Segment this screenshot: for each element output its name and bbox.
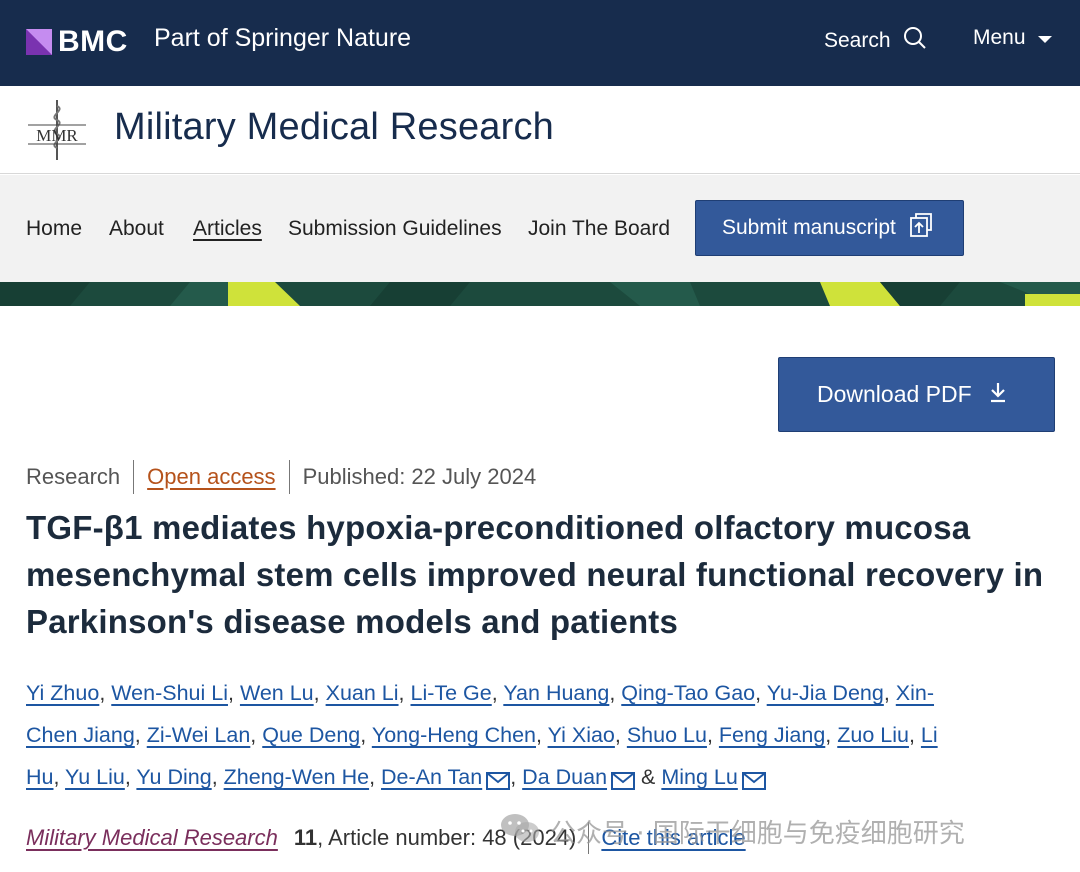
corresponding-author-link[interactable]: De-An Tan [381, 765, 482, 789]
journal-citation-link[interactable]: Military Medical Research [26, 825, 278, 851]
author-line: Yi Zhuo, Wen-Shui Li, Wen Lu, Xuan Li, L… [26, 681, 935, 705]
published-date: Published: 22 July 2024 [302, 464, 537, 489]
meta-divider [133, 460, 135, 494]
author-link[interactable]: Li [921, 723, 938, 747]
meta-divider [288, 460, 290, 494]
mmr-logo-text: MMR [36, 126, 78, 145]
springer-nature-link[interactable]: Part of Springer Nature [154, 24, 411, 53]
author-link[interactable]: Yi Zhuo [26, 681, 99, 705]
nav-about[interactable]: About [109, 217, 164, 241]
author-link[interactable]: Li-Te Ge [410, 681, 491, 705]
nav-articles[interactable]: Articles [193, 217, 262, 241]
author-link[interactable]: Hu [26, 765, 53, 789]
author-link[interactable]: Xuan Li [326, 681, 399, 705]
corresponding-author-link[interactable]: Ming Lu [661, 765, 738, 789]
caret-down-icon [1037, 26, 1052, 50]
author-link[interactable]: Shuo Lu [627, 723, 707, 747]
download-icon [988, 381, 1008, 409]
watermark: 公众号 · 国际干细胞与免疫细胞研究 [500, 812, 965, 851]
article-meta: Research Open access Published: 22 July … [26, 460, 536, 494]
menu-label: Menu [973, 26, 1026, 49]
author-link[interactable]: Wen-Shui Li [111, 681, 228, 705]
author-link[interactable]: Qing-Tao Gao [621, 681, 755, 705]
download-pdf-button[interactable]: Download PDF [778, 357, 1055, 432]
author-line: Hu, Yu Liu, Yu Ding, Zheng-Wen He, De-An… [26, 756, 1056, 804]
author-link[interactable]: Yan Huang [503, 681, 609, 705]
article-title: TGF-β1 mediates hypoxia-preconditioned o… [26, 509, 1044, 640]
search-icon [903, 26, 927, 56]
author-link[interactable]: Yu Liu [65, 765, 125, 789]
author-link[interactable]: Wen Lu [240, 681, 314, 705]
nav-join-the-board[interactable]: Join The Board [528, 217, 670, 241]
author-link[interactable]: Yong-Heng Chen [372, 723, 536, 747]
email-icon[interactable] [741, 762, 766, 804]
bmc-logo[interactable]: BMC [26, 25, 128, 59]
journal-title[interactable]: Military Medical Research [114, 106, 554, 149]
search-label: Search [824, 29, 891, 52]
email-icon[interactable] [486, 762, 511, 804]
volume-number: 11 [293, 825, 318, 850]
wechat-icon [500, 812, 540, 851]
bmc-brand-text: BMC [58, 25, 128, 58]
author-list: Yi Zhuo, Wen-Shui Li, Wen Lu, Xuan Li, L… [26, 672, 1056, 804]
open-access-link[interactable]: Open access [147, 464, 275, 490]
corresponding-author-link[interactable]: Da Duan [522, 765, 607, 789]
author-conjunction: & [641, 765, 656, 789]
nav-home[interactable]: Home [26, 217, 82, 241]
author-link[interactable]: Feng Jiang [719, 723, 825, 747]
decorative-banner [0, 282, 1080, 306]
top-bar: BMC Part of Springer Nature Search Menu [0, 0, 1080, 86]
bmc-logo-mark [26, 29, 52, 55]
submit-manuscript-label: Submit manuscript [722, 216, 896, 239]
email-icon[interactable] [611, 762, 636, 804]
journal-header: MMR Military Medical Research [0, 86, 1080, 174]
author-link[interactable]: Yu Ding [136, 765, 211, 789]
author-link[interactable]: Zi-Wei Lan [147, 723, 251, 747]
submit-manuscript-button[interactable]: Submit manuscript [695, 200, 964, 256]
author-link[interactable]: Chen Jiang [26, 723, 135, 747]
author-link[interactable]: Que Deng [262, 723, 360, 747]
author-line: Chen Jiang, Zi-Wei Lan, Que Deng, Yong-H… [26, 723, 938, 747]
author-link[interactable]: Xin- [896, 681, 934, 705]
article-type: Research [26, 464, 121, 489]
author-link[interactable]: Zuo Liu [837, 723, 909, 747]
search-button[interactable]: Search [824, 26, 927, 56]
journal-nav: Home About Articles Submission Guideline… [0, 175, 1080, 282]
upload-document-icon [908, 212, 934, 244]
menu-button[interactable]: Menu [973, 26, 1052, 50]
author-link[interactable]: Zheng-Wen He [224, 765, 369, 789]
nav-submission-guidelines[interactable]: Submission Guidelines [288, 217, 502, 241]
watermark-text: 公众号 · 国际干细胞与免疫细胞研究 [550, 819, 965, 849]
download-pdf-label: Download PDF [817, 381, 972, 407]
author-link[interactable]: Yi Xiao [548, 723, 615, 747]
mmr-journal-logo[interactable]: MMR [26, 98, 88, 162]
author-link[interactable]: Yu-Jia Deng [767, 681, 884, 705]
